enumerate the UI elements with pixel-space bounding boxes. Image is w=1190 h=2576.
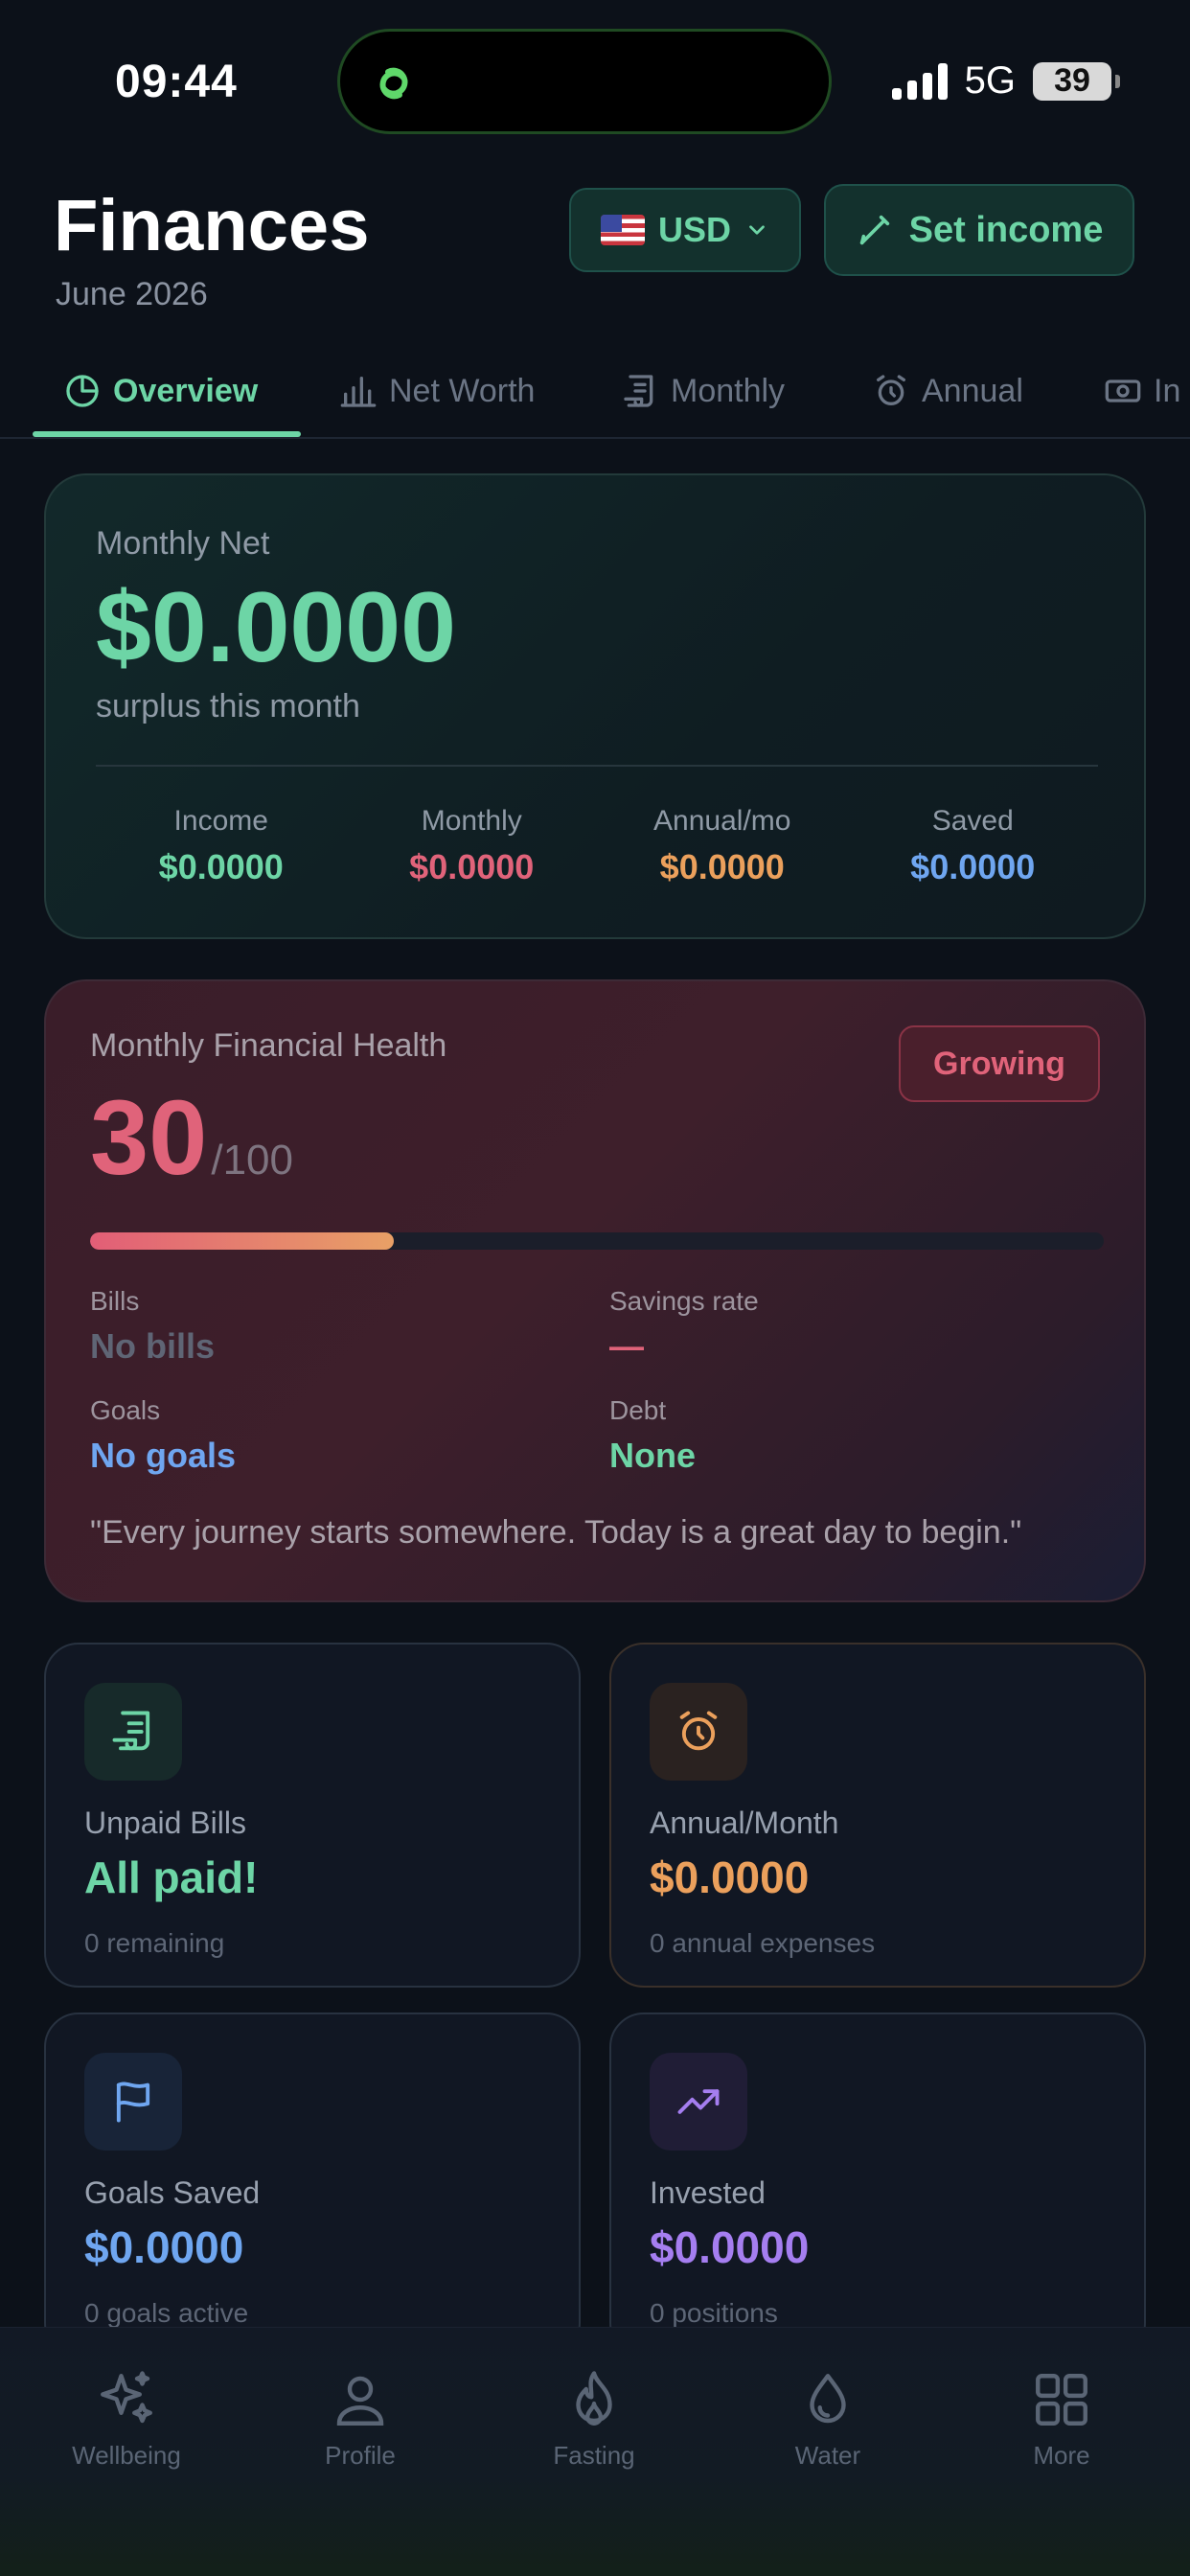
pie-chart-icon	[66, 375, 99, 407]
metric-goals: Goals No goals	[90, 1395, 237, 1475]
flag-icon	[84, 2053, 182, 2150]
stat-income: Income $0.0000	[158, 805, 284, 886]
annual-month-card[interactable]: Annual/Month $0.0000 0 annual expenses	[609, 1643, 1146, 1988]
sparkles-icon	[101, 2371, 152, 2424]
trending-up-icon	[650, 2053, 747, 2150]
net-card-label: Monthly Net	[96, 525, 270, 562]
health-score-max: /100	[211, 1137, 293, 1184]
unpaid-bills-card[interactable]: Unpaid Bills All paid! 0 remaining	[44, 1643, 581, 1988]
health-progress-fill	[90, 1232, 395, 1250]
tab-net-worth[interactable]: Net Worth	[339, 372, 535, 410]
nav-more[interactable]: More	[966, 2368, 1157, 2471]
page-subtitle: June 2026	[56, 276, 208, 312]
status-badge: Growing	[899, 1025, 1100, 1102]
health-score: 30 /100	[90, 1077, 293, 1199]
grid-icon	[1036, 2374, 1087, 2426]
pencil-icon	[859, 215, 889, 245]
receipt-icon	[84, 1683, 182, 1781]
stat-saved: Saved $0.0000	[910, 805, 1036, 886]
nav-water[interactable]: Water	[732, 2368, 924, 2471]
status-time: 09:44	[115, 57, 238, 107]
currency-label: USD	[657, 210, 731, 249]
tab-income[interactable]: In	[1104, 372, 1180, 410]
net-card-subtitle: surplus this month	[96, 688, 360, 724]
health-progress-bar	[90, 1232, 1104, 1250]
user-icon	[336, 2376, 384, 2426]
stat-monthly: Monthly $0.0000	[409, 805, 535, 886]
bar-chart-icon	[340, 377, 377, 407]
nav-wellbeing[interactable]: Wellbeing	[31, 2368, 222, 2471]
tab-active-indicator	[33, 431, 301, 437]
status-indicators: 5G 39	[891, 59, 1120, 103]
us-flag-icon	[600, 215, 645, 245]
health-quote: "Every journey starts somewhere. Today i…	[90, 1514, 1022, 1551]
metric-bills: Bills No bills	[90, 1286, 216, 1366]
health-title: Monthly Financial Health	[90, 1027, 447, 1064]
droplet-icon	[810, 2374, 846, 2424]
banknote-icon	[1105, 380, 1141, 402]
bottom-navigation: Wellbeing Profile Fasting Water More	[0, 2327, 1190, 2576]
alarm-clock-icon	[877, 375, 905, 405]
tab-overview[interactable]: Overview	[63, 372, 258, 410]
dynamic-island	[337, 29, 832, 134]
nav-profile[interactable]: Profile	[264, 2368, 456, 2471]
set-income-button[interactable]: Set income	[824, 184, 1134, 276]
net-stats: Income $0.0000 Monthly $0.0000 Annual/mo…	[96, 805, 1098, 887]
monthly-net-card: Monthly Net $0.0000 surplus this month I…	[44, 473, 1146, 939]
tab-annual[interactable]: Annual	[872, 372, 1023, 410]
net-card-value: $0.0000	[96, 572, 456, 683]
flame-icon	[576, 2371, 612, 2426]
receipt-icon	[624, 375, 653, 407]
tab-monthly[interactable]: Monthly	[621, 372, 785, 410]
battery-icon: 39	[1033, 61, 1120, 101]
set-income-label: Set income	[908, 209, 1104, 250]
financial-health-card: Monthly Financial Health Growing 30 /100…	[44, 979, 1146, 1602]
alarm-clock-icon	[650, 1683, 747, 1781]
currency-selector[interactable]: USD	[569, 188, 801, 272]
invested-card[interactable]: Invested $0.0000 0 positions	[609, 2012, 1146, 2358]
metric-debt: Debt None	[609, 1395, 696, 1475]
nav-fasting[interactable]: Fasting	[498, 2368, 690, 2471]
status-bar: 09:44 5G 39	[0, 0, 1190, 163]
stat-annual-mo: Annual/mo $0.0000	[653, 805, 791, 886]
divider	[96, 765, 1098, 767]
network-label: 5G	[964, 59, 1016, 102]
metric-savings-rate: Savings rate —	[609, 1286, 759, 1366]
chevron-down-icon	[749, 225, 765, 235]
tab-bar: Overview Net Worth Monthly Annual In	[0, 355, 1190, 439]
link-icon	[379, 67, 408, 100]
goals-saved-card[interactable]: Goals Saved $0.0000 0 goals active	[44, 2012, 581, 2358]
health-score-value: 30	[90, 1079, 208, 1197]
signal-icon	[891, 62, 948, 100]
page-title: Finances	[54, 185, 370, 266]
